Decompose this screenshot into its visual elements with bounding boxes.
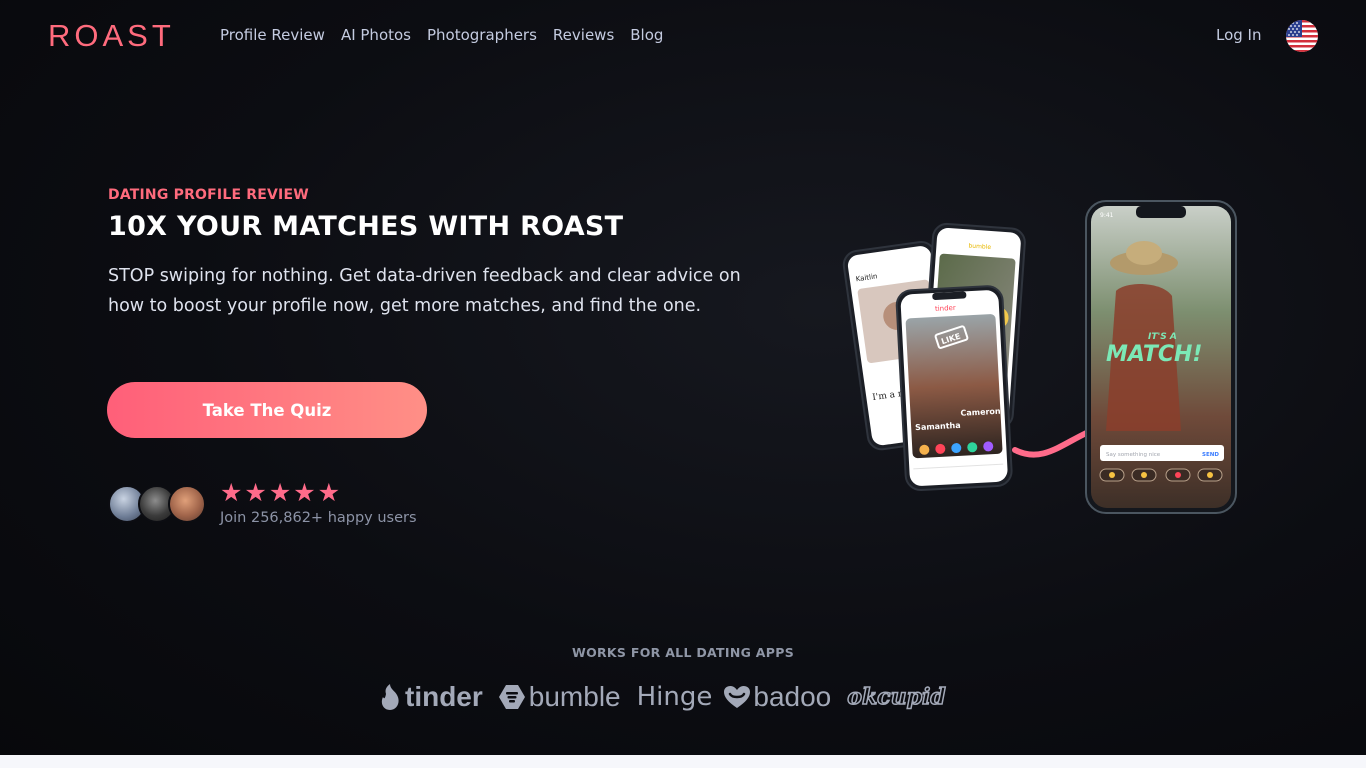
- site-header: ROAST Profile Review AI Photos Photograp…: [0, 0, 1366, 72]
- works-for-caption: WORKS FOR ALL DATING APPS: [571, 645, 794, 660]
- next-section-edge: [0, 755, 1366, 768]
- nav-blog[interactable]: Blog: [630, 26, 663, 44]
- nav-profile-review[interactable]: Profile Review: [220, 26, 325, 44]
- take-quiz-button[interactable]: Take The Quiz: [107, 382, 427, 438]
- phone-mockups-illustration: Kaitlin I'm a morn bumble ✔ tinder LIKE …: [830, 195, 1250, 525]
- okcupid-logo: okcupid: [847, 683, 947, 711]
- tinder-logo: tinder: [380, 681, 483, 713]
- happy-users-text: Join 256,862+ happy users: [220, 510, 417, 526]
- hero-eyebrow: DATING PROFILE REVIEW: [108, 187, 309, 203]
- match-big-text: MATCH!: [1106, 342, 1202, 367]
- user-avatars: [108, 485, 208, 523]
- bumble-hex-icon: [498, 685, 525, 709]
- hero-subtext: STOP swiping for nothing. Get data-drive…: [108, 266, 741, 316]
- dating-app-logos: tinder bumble Hinge badoo okcupid: [380, 676, 980, 718]
- main-nav: Profile Review AI Photos Photographers R…: [220, 26, 679, 44]
- hero-headline: 10X YOUR MATCHES WITH ROAST: [108, 211, 624, 242]
- send-label: SEND: [1202, 452, 1219, 458]
- rating-stars: ★★★★★: [220, 478, 343, 507]
- us-flag-icon[interactable]: [1286, 20, 1318, 52]
- avatar: [168, 485, 206, 523]
- nav-photographers[interactable]: Photographers: [427, 26, 537, 44]
- tinder-flame-icon: [381, 684, 399, 710]
- tinder-header: tinder: [935, 304, 956, 313]
- nav-ai-photos[interactable]: AI Photos: [341, 26, 411, 44]
- match-small-text: IT'S A: [1148, 332, 1177, 342]
- badoo-heart-icon: [724, 686, 751, 708]
- roast-logo[interactable]: ROAST: [48, 18, 175, 54]
- phone-time: 9:41: [1100, 212, 1114, 219]
- nav-reviews[interactable]: Reviews: [553, 26, 614, 44]
- badoo-logo: badoo: [724, 681, 831, 713]
- message-input-placeholder: Say something nice: [1106, 452, 1161, 458]
- login-link[interactable]: Log In: [1216, 26, 1262, 44]
- bumble-logo: bumble: [498, 681, 621, 713]
- hinge-logo: Hinge: [636, 682, 713, 712]
